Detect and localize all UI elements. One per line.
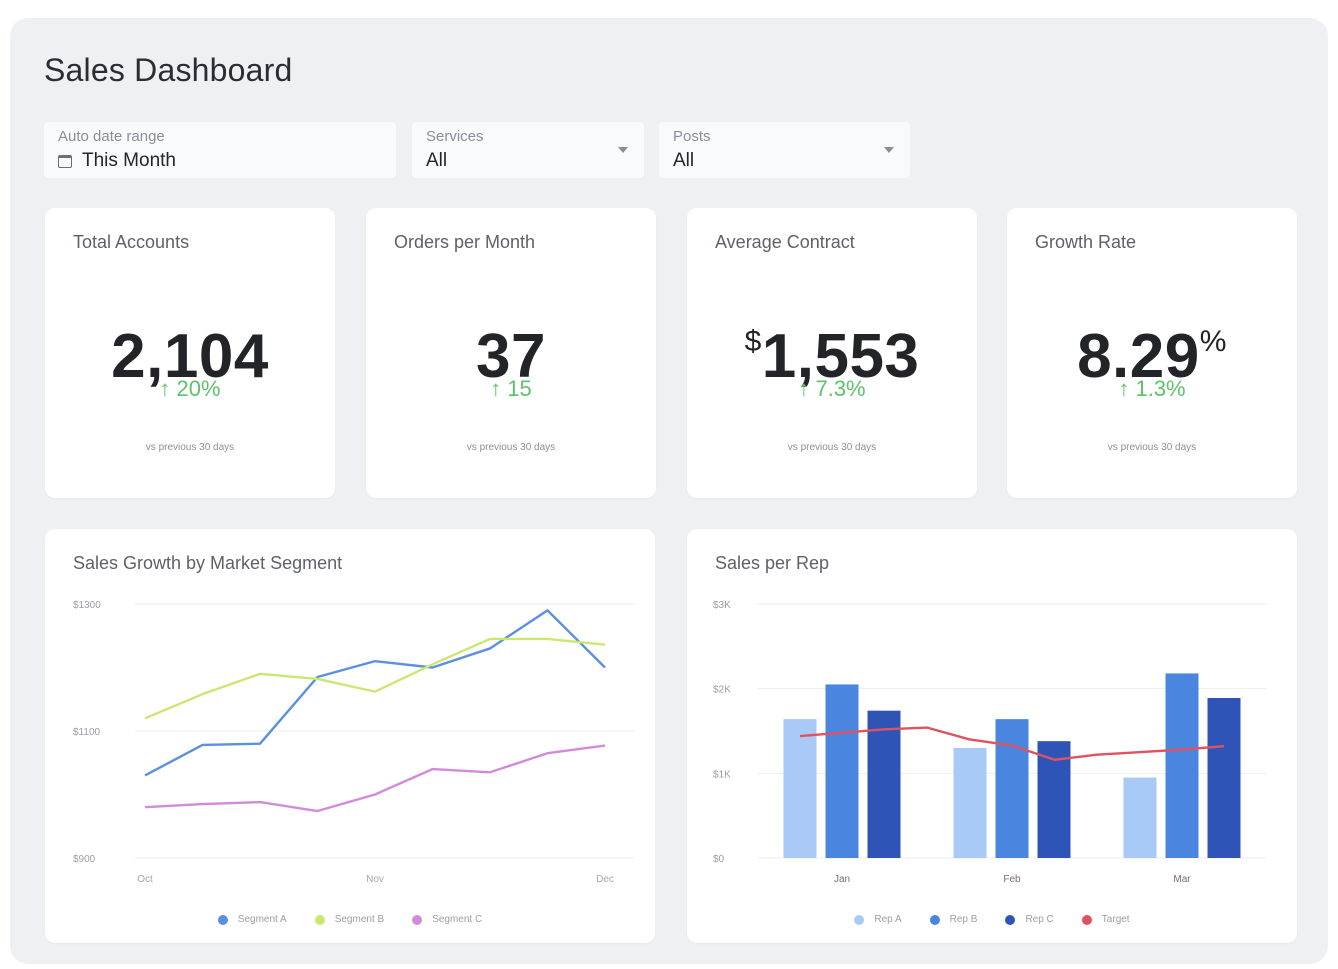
kpi-card-average-contract: Average Contract $1,553 ↑ 7.3% vs previo… (687, 208, 977, 498)
series-line (144, 637, 606, 720)
chart-legend: Rep A Rep B Rep C Target (687, 914, 1297, 925)
x-tick-label: Mar (1173, 874, 1191, 885)
legend-label: Rep A (874, 914, 902, 925)
legend-item[interactable]: Segment A (217, 914, 287, 925)
y-tick-label: $2K (713, 685, 731, 696)
y-tick-label: $1100 (73, 727, 101, 738)
legend-label: Target (1101, 914, 1130, 925)
posts-label: Posts (673, 128, 711, 145)
y-tick-label: $900 (73, 854, 96, 865)
legend-swatch (854, 914, 865, 925)
sales-growth-chart-card: Sales Growth by Market Segment $1300 $110… (45, 529, 655, 943)
kpi-delta: ↑ 15 (490, 376, 532, 401)
series-line (144, 744, 606, 813)
legend-swatch (929, 914, 940, 925)
bar (783, 719, 817, 858)
legend-label: Rep C (1025, 914, 1054, 925)
y-tick-label: $1K (713, 769, 731, 780)
chart-legend: Segment A Segment B Segment C (45, 914, 655, 925)
date-range-label: Auto date range (58, 128, 165, 145)
legend-label: Segment A (237, 914, 287, 925)
legend-item[interactable]: Segment B (314, 914, 385, 925)
bar (825, 684, 859, 858)
kpi-title: Total Accounts (73, 232, 190, 252)
kpi-comparison-note: vs previous 30 days (787, 442, 877, 453)
posts-filter[interactable]: Posts All (659, 122, 910, 178)
kpi-comparison-note: vs previous 30 days (1107, 442, 1197, 453)
date-range-value: This Month (82, 150, 176, 171)
services-value: All (426, 150, 448, 171)
y-tick-label: $0 (713, 854, 725, 865)
x-tick-label: Jan (834, 874, 850, 885)
sales-per-rep-bar-chart: $3K $2K $1K $0 Jan Feb Mar (713, 600, 1267, 885)
x-tick-label: Oct (137, 874, 153, 885)
date-range-filter[interactable]: Auto date range This Month (44, 122, 396, 178)
legend-label: Segment B (334, 914, 385, 925)
legend-swatch (412, 914, 423, 925)
bar (1123, 777, 1157, 858)
kpi-comparison-note: vs previous 30 days (466, 442, 556, 453)
bar (1165, 673, 1199, 858)
y-tick-label: $1300 (73, 600, 101, 611)
kpi-comparison-note: vs previous 30 days (145, 442, 235, 453)
page-title: Sales Dashboard (44, 52, 293, 88)
legend-label: Segment C (432, 914, 483, 925)
services-label: Services (426, 128, 484, 145)
chevron-down-icon (618, 147, 628, 153)
kpi-card-total-accounts: Total Accounts 2,104 ↑ 20% vs previous 3… (45, 208, 335, 498)
legend-swatch (314, 914, 325, 925)
legend-swatch (1081, 914, 1092, 925)
y-tick-label: $3K (713, 600, 731, 611)
x-tick-label: Feb (1003, 874, 1021, 885)
calendar-icon (58, 154, 72, 168)
chevron-down-icon (884, 147, 894, 153)
kpi-delta: ↑ 20% (159, 376, 221, 401)
bar (953, 747, 987, 858)
kpi-delta: ↑ 7.3% (798, 376, 866, 401)
kpi-title: Orders per Month (394, 232, 536, 252)
kpi-title: Growth Rate (1035, 232, 1137, 252)
kpi-card-growth-rate: Growth Rate 8.29% ↑ 1.3% vs previous 30 … (1007, 208, 1297, 498)
kpi-title: Average Contract (715, 232, 855, 252)
services-filter[interactable]: Services All (412, 122, 644, 178)
posts-value: All (673, 150, 695, 171)
bar (867, 710, 901, 858)
bar (995, 719, 1029, 858)
legend-item[interactable]: Rep A (854, 914, 902, 925)
series-line (144, 609, 606, 777)
legend-swatch (1005, 914, 1016, 925)
legend-item[interactable]: Rep B (929, 914, 978, 925)
x-tick-label: Nov (366, 874, 384, 885)
legend-item[interactable]: Target (1081, 914, 1130, 925)
kpi-card-orders-per-month: Orders per Month 37 ↑ 15 vs previous 30 … (366, 208, 656, 498)
legend-swatch (217, 914, 228, 925)
legend-item[interactable]: Segment C (412, 914, 482, 925)
legend-label: Rep B (949, 914, 978, 925)
sales-per-rep-chart-card: Sales per Rep $3K $2K $1K $0 Jan Feb Mar Rep A… (687, 529, 1297, 943)
kpi-delta: ↑ 1.3% (1118, 376, 1186, 401)
sales-growth-line-chart: $1300 $1100 $900 Oct Nov Dec (73, 600, 635, 885)
x-tick-label: Dec (596, 874, 614, 885)
bar (1207, 697, 1241, 858)
legend-item[interactable]: Rep C (1005, 914, 1054, 925)
